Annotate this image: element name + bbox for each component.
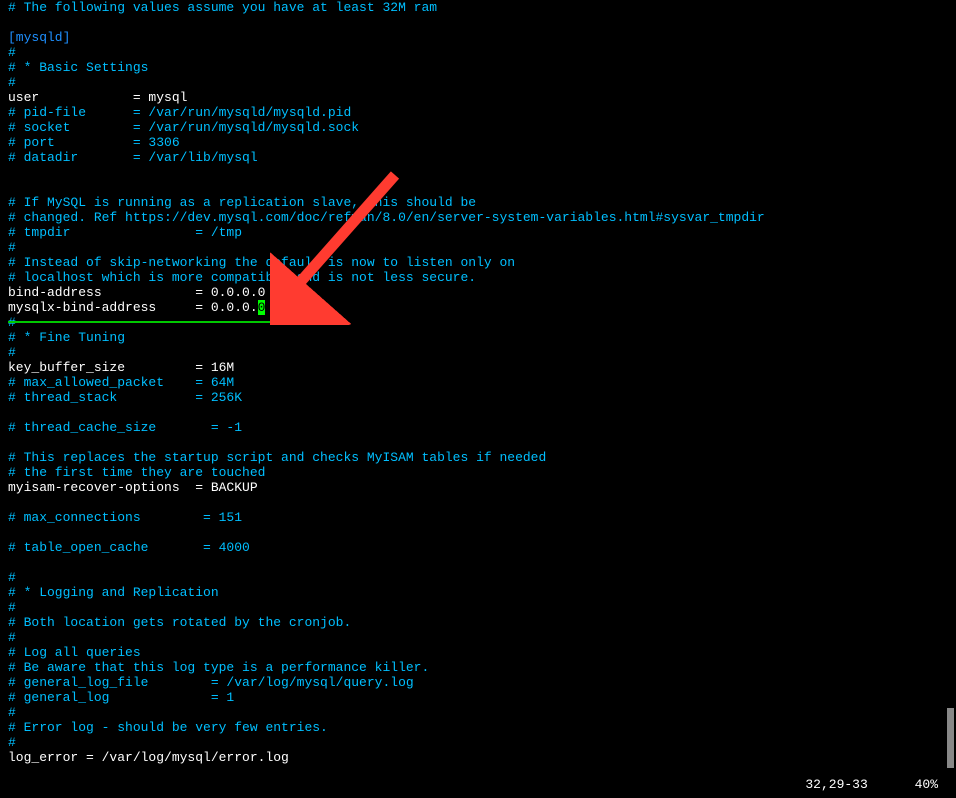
editor-line[interactable]: # socket = /var/run/mysqld/mysqld.sock: [8, 120, 948, 135]
editor-line[interactable]: key_buffer_size = 16M: [8, 360, 948, 375]
editor-line[interactable]: #: [8, 705, 948, 720]
text-span: #: [8, 630, 16, 645]
editor-line[interactable]: myisam-recover-options = BACKUP: [8, 480, 948, 495]
editor-line[interactable]: [8, 405, 948, 420]
text-span: [mysqld]: [8, 30, 70, 45]
editor-line[interactable]: # pid-file = /var/run/mysqld/mysqld.pid: [8, 105, 948, 120]
cursor-position: 32,29-33: [805, 777, 867, 792]
editor-line[interactable]: user = mysql: [8, 90, 948, 105]
vim-status-bar: 32,29-33 40%: [790, 762, 938, 792]
editor-line[interactable]: #: [8, 240, 948, 255]
text-span: bind-address = 0.0.0.0: [8, 285, 265, 300]
text-span: # Both location gets rotated by the cron…: [8, 615, 351, 630]
editor-line[interactable]: # thread_stack = 256K: [8, 390, 948, 405]
scrollbar-thumb[interactable]: [947, 708, 954, 768]
editor-line[interactable]: # * Fine Tuning: [8, 330, 948, 345]
text-span: #: [8, 45, 16, 60]
text-span: # socket = /var/run/mysqld/mysqld.sock: [8, 120, 359, 135]
editor-line[interactable]: #: [8, 45, 948, 60]
text-span: # table_open_cache = 4000: [8, 540, 250, 555]
text-span: # thread_cache_size = -1: [8, 420, 242, 435]
editor-line[interactable]: # general_log_file = /var/log/mysql/quer…: [8, 675, 948, 690]
highlight-underline: [8, 321, 303, 323]
editor-viewport[interactable]: # The following values assume you have a…: [8, 0, 948, 765]
text-span: # Error log - should be very few entries…: [8, 720, 328, 735]
text-span: # Instead of skip-networking the default…: [8, 255, 515, 270]
cursor: 0: [258, 300, 266, 315]
editor-line[interactable]: #: [8, 345, 948, 360]
editor-line[interactable]: #: [8, 630, 948, 645]
editor-line[interactable]: #: [8, 600, 948, 615]
text-span: # port = 3306: [8, 135, 180, 150]
text-span: #: [8, 345, 16, 360]
text-span: # general_log = 1: [8, 690, 234, 705]
text-span: # localhost which is more compatible and…: [8, 270, 476, 285]
editor-line[interactable]: [8, 15, 948, 30]
text-span: # thread_stack = 256K: [8, 390, 242, 405]
text-span: # max_connections = 151: [8, 510, 242, 525]
scroll-percent: 40%: [915, 777, 938, 792]
text-span: # tmpdir = /tmp: [8, 225, 242, 240]
editor-line[interactable]: # max_connections = 151: [8, 510, 948, 525]
editor-line[interactable]: # tmpdir = /tmp: [8, 225, 948, 240]
text-span: mysqlx-bind-address = 0.0.0.: [8, 300, 258, 315]
text-span: #: [8, 570, 16, 585]
editor-line[interactable]: # Be aware that this log type is a perfo…: [8, 660, 948, 675]
text-span: # the first time they are touched: [8, 465, 265, 480]
text-span: # This replaces the startup script and c…: [8, 450, 546, 465]
text-span: # pid-file = /var/run/mysqld/mysqld.pid: [8, 105, 351, 120]
text-span: user = mysql: [8, 90, 187, 105]
editor-line[interactable]: # Instead of skip-networking the default…: [8, 255, 948, 270]
editor-line[interactable]: # the first time they are touched: [8, 465, 948, 480]
text-span: #: [8, 240, 16, 255]
editor-line[interactable]: # If MySQL is running as a replication s…: [8, 195, 948, 210]
text-span: # The following values assume you have a…: [8, 0, 437, 15]
editor-line[interactable]: # thread_cache_size = -1: [8, 420, 948, 435]
editor-line[interactable]: # Log all queries: [8, 645, 948, 660]
text-span: #: [8, 735, 16, 750]
editor-line[interactable]: [8, 495, 948, 510]
text-span: # Be aware that this log type is a perfo…: [8, 660, 429, 675]
text-span: key_buffer_size = 16M: [8, 360, 234, 375]
editor-line[interactable]: # * Basic Settings: [8, 60, 948, 75]
text-span: # If MySQL is running as a replication s…: [8, 195, 476, 210]
editor-line[interactable]: # This replaces the startup script and c…: [8, 450, 948, 465]
text-span: #: [8, 600, 16, 615]
editor-line[interactable]: [8, 555, 948, 570]
scrollbar-track[interactable]: [947, 0, 954, 798]
editor-line[interactable]: # * Logging and Replication: [8, 585, 948, 600]
editor-line[interactable]: # general_log = 1: [8, 690, 948, 705]
editor-line[interactable]: # port = 3306: [8, 135, 948, 150]
editor-line[interactable]: # Error log - should be very few entries…: [8, 720, 948, 735]
text-span: log_error = /var/log/mysql/error.log: [8, 750, 289, 765]
text-span: # * Logging and Replication: [8, 585, 219, 600]
editor-line[interactable]: #: [8, 75, 948, 90]
text-span: # max_allowed_packet = 64M: [8, 375, 234, 390]
editor-line[interactable]: bind-address = 0.0.0.0: [8, 285, 948, 300]
editor-line[interactable]: [8, 165, 948, 180]
editor-line[interactable]: [8, 525, 948, 540]
editor-line[interactable]: # changed. Ref https://dev.mysql.com/doc…: [8, 210, 948, 225]
editor-line[interactable]: # table_open_cache = 4000: [8, 540, 948, 555]
editor-line[interactable]: [mysqld]: [8, 30, 948, 45]
editor-line[interactable]: # datadir = /var/lib/mysql: [8, 150, 948, 165]
text-span: # changed. Ref https://dev.mysql.com/doc…: [8, 210, 765, 225]
editor-line[interactable]: #: [8, 735, 948, 750]
text-span: #: [8, 705, 16, 720]
editor-line[interactable]: mysqlx-bind-address = 0.0.0.0: [8, 300, 948, 315]
editor-line[interactable]: [8, 180, 948, 195]
editor-line[interactable]: # max_allowed_packet = 64M: [8, 375, 948, 390]
editor-line[interactable]: # localhost which is more compatible and…: [8, 270, 948, 285]
editor-line[interactable]: # Both location gets rotated by the cron…: [8, 615, 948, 630]
editor-line[interactable]: # The following values assume you have a…: [8, 0, 948, 15]
editor-line[interactable]: #: [8, 570, 948, 585]
text-span: # Log all queries: [8, 645, 141, 660]
text-span: # general_log_file = /var/log/mysql/quer…: [8, 675, 414, 690]
text-span: # * Fine Tuning: [8, 330, 125, 345]
text-span: # * Basic Settings: [8, 60, 148, 75]
text-span: # datadir = /var/lib/mysql: [8, 150, 258, 165]
text-span: myisam-recover-options = BACKUP: [8, 480, 258, 495]
editor-line[interactable]: [8, 435, 948, 450]
text-span: #: [8, 75, 16, 90]
